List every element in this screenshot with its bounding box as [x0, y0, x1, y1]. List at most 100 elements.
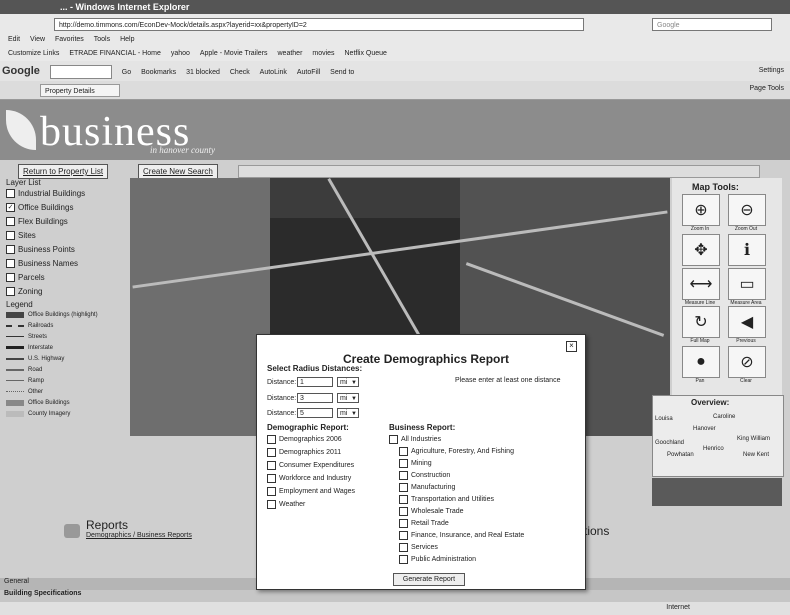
biz-option[interactable]: Manufacturing: [399, 482, 455, 493]
legend-line-icon: [6, 391, 24, 392]
demo-option[interactable]: Demographics 2011: [267, 447, 341, 458]
address-field[interactable]: http://demo.timmons.com/EconDev-Mock/det…: [54, 18, 584, 31]
checkbox-icon[interactable]: [399, 447, 408, 456]
biz-option[interactable]: Mining: [399, 458, 432, 469]
checkbox-icon[interactable]: [399, 483, 408, 492]
layer-business-names[interactable]: Business Names: [6, 257, 126, 271]
checkbox-icon[interactable]: [267, 474, 276, 483]
pan-globe-icon[interactable]: ●: [682, 346, 720, 378]
google-bookmarks[interactable]: Bookmarks: [141, 69, 176, 76]
checkbox-icon[interactable]: [389, 435, 398, 444]
google-autolink[interactable]: AutoLink: [260, 69, 287, 76]
live-search-input[interactable]: Google: [652, 18, 772, 31]
checkbox-icon[interactable]: [267, 448, 276, 457]
pan-icon[interactable]: ✥: [682, 234, 720, 266]
biz-option[interactable]: Services: [399, 542, 438, 553]
measure-line-icon[interactable]: ⟷: [682, 268, 720, 300]
google-check[interactable]: Check: [230, 69, 250, 76]
link-netflix[interactable]: Netflix Queue: [345, 50, 387, 57]
create-new-search-button[interactable]: Create New Search: [138, 164, 218, 179]
checkbox-icon[interactable]: [6, 273, 15, 283]
google-autofill[interactable]: AutoFill: [297, 69, 320, 76]
checkbox-icon[interactable]: [399, 507, 408, 516]
menu-help[interactable]: Help: [120, 36, 134, 43]
unit-select-2[interactable]: mi ▼: [337, 393, 359, 403]
map-tools-title: Map Tools:: [692, 182, 739, 192]
checkbox-icon[interactable]: [399, 531, 408, 540]
checkbox-icon[interactable]: [6, 189, 15, 199]
google-settings[interactable]: Settings: [759, 61, 784, 81]
return-to-list-button[interactable]: Return to Property List: [18, 164, 109, 179]
menu-edit[interactable]: Edit: [8, 36, 20, 43]
demographics-report-link[interactable]: Demographics / Business Reports: [86, 532, 192, 539]
checkbox-icon[interactable]: [267, 500, 276, 509]
menu-tools[interactable]: Tools: [94, 36, 110, 43]
checkbox-icon[interactable]: [267, 487, 276, 496]
layer-sites[interactable]: Sites: [6, 229, 126, 243]
distance-input-1[interactable]: 1: [297, 377, 333, 387]
demo-option[interactable]: Weather: [267, 499, 305, 510]
biz-option[interactable]: Wholesale Trade: [399, 506, 464, 517]
link-yahoo[interactable]: yahoo: [171, 50, 190, 57]
close-icon[interactable]: ×: [566, 341, 577, 352]
checkbox-icon[interactable]: [399, 555, 408, 564]
overview-map[interactable]: Overview: Louisa Caroline Hanover King W…: [652, 395, 784, 477]
checkbox-icon[interactable]: [267, 461, 276, 470]
checkbox-checked-icon[interactable]: ✓: [6, 203, 15, 213]
zoom-in-icon[interactable]: ⊕: [682, 194, 720, 226]
unit-select-1[interactable]: mi ▼: [337, 377, 359, 387]
menu-view[interactable]: View: [30, 36, 45, 43]
chevron-down-icon: ▼: [351, 396, 357, 402]
biz-option[interactable]: Agriculture, Forestry, And Fishing: [399, 446, 514, 457]
google-search-box[interactable]: [49, 65, 112, 80]
tab-property-details[interactable]: Property Details: [40, 84, 120, 97]
checkbox-icon[interactable]: [399, 471, 408, 480]
menu-favorites[interactable]: Favorites: [55, 36, 84, 43]
link-apple[interactable]: Apple - Movie Trailers: [200, 50, 268, 57]
google-send[interactable]: Send to: [330, 69, 354, 76]
checkbox-icon[interactable]: [6, 245, 15, 255]
generate-report-button[interactable]: Generate Report: [393, 573, 465, 586]
link-customize[interactable]: Customize Links: [8, 50, 59, 57]
command-bar[interactable]: Page Tools: [749, 85, 784, 92]
link-etrade[interactable]: ETRADE FINANCIAL - Home: [69, 50, 161, 57]
checkbox-icon[interactable]: [6, 231, 15, 241]
checkbox-icon[interactable]: [399, 495, 408, 504]
checkbox-icon[interactable]: [399, 459, 408, 468]
checkbox-icon[interactable]: [6, 217, 15, 227]
demo-option[interactable]: Workforce and Industry: [267, 473, 351, 484]
unit-select-3[interactable]: mi ▼: [337, 408, 359, 418]
previous-icon[interactable]: ◀: [728, 306, 766, 338]
biz-option[interactable]: All Industries: [389, 434, 441, 445]
checkbox-icon[interactable]: [399, 543, 408, 552]
layer-business-points[interactable]: Business Points: [6, 243, 126, 257]
distance-input-2[interactable]: 3: [297, 393, 333, 403]
layer-flex[interactable]: Flex Buildings: [6, 215, 126, 229]
biz-option[interactable]: Transportation and Utilities: [399, 494, 494, 505]
biz-option[interactable]: Finance, Insurance, and Real Estate: [399, 530, 524, 541]
distance-input-3[interactable]: 5: [297, 408, 333, 418]
demo-option[interactable]: Consumer Expenditures: [267, 460, 354, 471]
biz-option[interactable]: Retail Trade: [399, 518, 449, 529]
full-map-icon[interactable]: ↻: [682, 306, 720, 338]
checkbox-icon[interactable]: [267, 435, 276, 444]
clear-icon[interactable]: ⊘: [728, 346, 766, 378]
identify-icon[interactable]: ℹ: [728, 234, 766, 266]
demo-option[interactable]: Employment and Wages: [267, 486, 355, 497]
biz-option[interactable]: Construction: [399, 470, 450, 481]
checkbox-icon[interactable]: [6, 287, 15, 297]
checkbox-icon[interactable]: [6, 259, 15, 269]
layer-parcels[interactable]: Parcels: [6, 271, 126, 285]
google-popups[interactable]: 31 blocked: [186, 69, 220, 76]
layer-office[interactable]: ✓ Office Buildings: [6, 201, 126, 215]
link-weather[interactable]: weather: [278, 50, 303, 57]
link-movies[interactable]: movies: [312, 50, 334, 57]
google-go[interactable]: Go: [122, 69, 131, 76]
biz-option[interactable]: Public Administration: [399, 554, 476, 565]
measure-area-icon[interactable]: ▭: [728, 268, 766, 300]
zoom-out-icon[interactable]: ⊖: [728, 194, 766, 226]
checkbox-icon[interactable]: [399, 519, 408, 528]
demo-option[interactable]: Demographics 2006: [267, 434, 342, 445]
layer-industrial[interactable]: Industrial Buildings: [6, 187, 126, 201]
layer-zoning[interactable]: Zoning: [6, 285, 126, 299]
